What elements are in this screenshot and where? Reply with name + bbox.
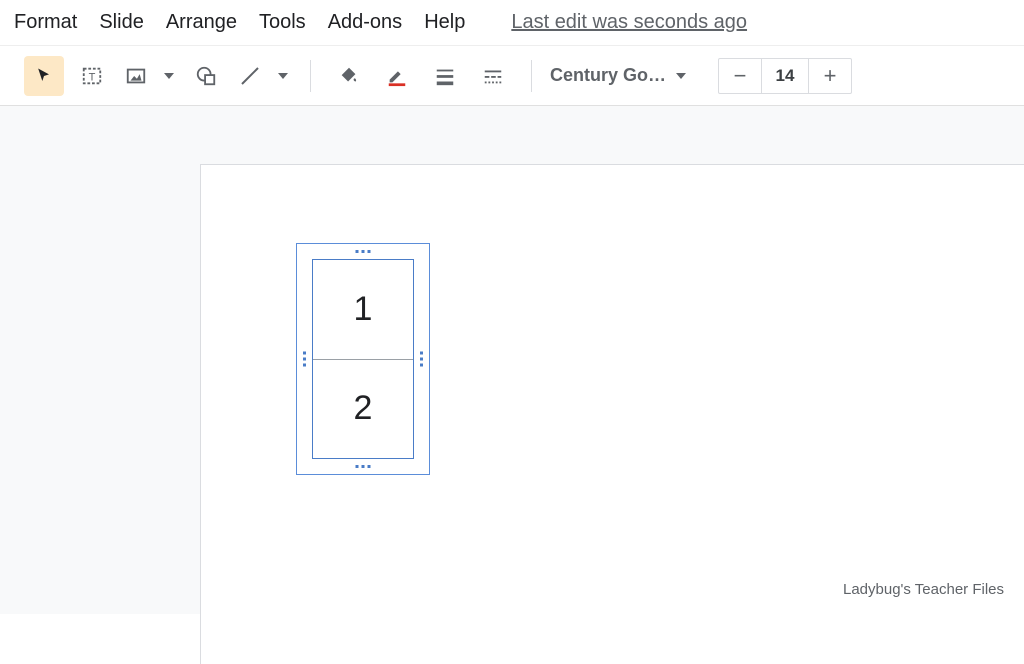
- menu-arrange[interactable]: Arrange: [166, 11, 237, 34]
- font-size-decrease[interactable]: −: [719, 59, 761, 93]
- menu-tools[interactable]: Tools: [259, 11, 306, 34]
- workspace: 1 2 Ladybug's Teacher Files: [0, 106, 1024, 614]
- image-tool[interactable]: [120, 56, 152, 96]
- line-weight-icon: [434, 65, 456, 87]
- line-dash-icon: [482, 65, 504, 87]
- font-size-value[interactable]: 14: [761, 59, 809, 93]
- table-cell[interactable]: 1: [313, 260, 413, 359]
- textbox-tool[interactable]: T: [72, 56, 112, 96]
- image-dropdown[interactable]: [160, 73, 178, 79]
- select-tool[interactable]: [24, 56, 64, 96]
- font-size-increase[interactable]: +: [809, 59, 851, 93]
- table[interactable]: 1 2: [312, 259, 414, 459]
- toolbar-separator: [531, 60, 532, 92]
- table-cell[interactable]: 2: [313, 360, 413, 459]
- cursor-icon: [34, 66, 54, 86]
- toolbar: T Century Go… − 14 +: [0, 46, 1024, 106]
- textbox-icon: T: [81, 65, 103, 87]
- selected-table-object[interactable]: 1 2: [296, 243, 430, 475]
- border-dash-tool[interactable]: [473, 56, 513, 96]
- line-icon: [238, 64, 262, 88]
- menu-slide[interactable]: Slide: [99, 11, 143, 34]
- shape-tool[interactable]: [186, 56, 226, 96]
- pencil-underline-icon: [386, 65, 408, 87]
- image-icon: [125, 65, 147, 87]
- svg-text:T: T: [89, 71, 96, 83]
- resize-handle-left[interactable]: [303, 352, 306, 367]
- last-edit-link[interactable]: Last edit was seconds ago: [511, 11, 747, 34]
- font-size-control: − 14 +: [718, 58, 852, 94]
- caret-down-icon: [278, 73, 288, 79]
- border-color-tool[interactable]: [377, 56, 417, 96]
- watermark: Ladybug's Teacher Files: [843, 581, 1004, 598]
- resize-handle-right[interactable]: [420, 352, 423, 367]
- font-family-picker[interactable]: Century Go…: [550, 65, 700, 86]
- menu-help[interactable]: Help: [424, 11, 465, 34]
- caret-down-icon: [676, 73, 686, 79]
- toolbar-separator: [310, 60, 311, 92]
- fill-color-tool[interactable]: [329, 56, 369, 96]
- border-weight-tool[interactable]: [425, 56, 465, 96]
- menu-bar: Format Slide Arrange Tools Add-ons Help …: [0, 0, 1024, 46]
- menu-format[interactable]: Format: [14, 11, 77, 34]
- shape-icon: [195, 65, 217, 87]
- resize-handle-top[interactable]: [356, 250, 371, 253]
- caret-down-icon: [164, 73, 174, 79]
- menu-addons[interactable]: Add-ons: [328, 11, 403, 34]
- paint-bucket-icon: [338, 65, 360, 87]
- line-tool[interactable]: [234, 56, 266, 96]
- line-dropdown[interactable]: [274, 73, 292, 79]
- font-name-label: Century Go…: [550, 65, 666, 86]
- resize-handle-bottom[interactable]: [356, 465, 371, 468]
